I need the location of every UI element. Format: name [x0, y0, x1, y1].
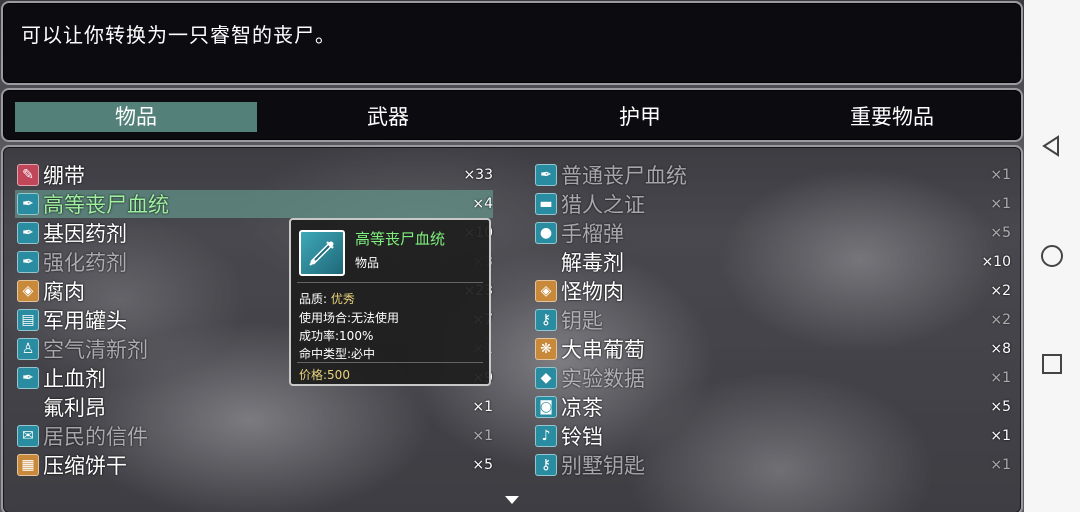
- recents-icon[interactable]: [1040, 352, 1064, 376]
- help-window: 可以让你转换为一只睿智的丧尸。: [1, 1, 1023, 85]
- category-tabs: 物品 武器 护甲 重要物品: [1, 88, 1023, 142]
- tab-key-items[interactable]: 重要物品: [771, 102, 1013, 132]
- syringe-icon: ✒: [17, 222, 39, 244]
- syringe-icon: ✒: [17, 367, 39, 389]
- item-name: 普通丧尸血统: [561, 164, 687, 188]
- item-row[interactable]: ✉ 居民的信件 ×1: [15, 422, 493, 450]
- item-count: ×5: [472, 457, 493, 473]
- item-name: 怪物肉: [561, 280, 624, 304]
- item-count: ×1: [990, 457, 1011, 473]
- item-count: ×1: [990, 370, 1011, 386]
- item-count: ×33: [463, 167, 493, 183]
- item-name: 大串葡萄: [561, 338, 645, 362]
- item-name: 居民的信件: [43, 425, 148, 449]
- tooltip-hit-type: 命中类型:必中: [299, 347, 376, 361]
- can-icon: ▤: [17, 309, 39, 331]
- item-name: 实验数据: [561, 367, 645, 391]
- blank-icon-slot: [535, 251, 557, 273]
- item-count: ×5: [990, 225, 1011, 241]
- back-icon[interactable]: [1040, 134, 1064, 158]
- item-name: 氟利昂: [43, 396, 106, 420]
- item-row[interactable]: ▦ 压缩饼干 ×5: [15, 451, 493, 479]
- item-row[interactable]: ✎ 绷带 ×33: [15, 161, 493, 189]
- biscuit-icon: ▦: [17, 454, 39, 476]
- tooltip-item-type: 物品: [355, 256, 380, 270]
- blank-icon-slot: [17, 396, 39, 418]
- syringe-icon: [299, 230, 345, 276]
- item-name: 钥匙: [561, 309, 603, 333]
- grapes-icon: ❋: [535, 338, 557, 360]
- item-row[interactable]: ◙ 凉茶 ×5: [533, 393, 1011, 421]
- syringe-icon: ✒: [17, 193, 39, 215]
- scroll-down-arrow-icon[interactable]: [505, 496, 519, 504]
- cup-icon: ◙: [535, 396, 557, 418]
- disk-icon: ◆: [535, 367, 557, 389]
- item-count: ×4: [472, 196, 493, 212]
- tooltip-quality: 品质: 优秀: [299, 290, 355, 307]
- item-name: 手榴弹: [561, 222, 624, 246]
- key-icon: ⚷: [535, 454, 557, 476]
- item-row[interactable]: ♪ 铃铛 ×1: [533, 422, 1011, 450]
- item-count: ×2: [990, 283, 1011, 299]
- item-row[interactable]: ◈ 怪物肉 ×2: [533, 277, 1011, 305]
- key-icon: ⚷: [535, 309, 557, 331]
- tooltip-divider: [297, 362, 483, 363]
- home-icon[interactable]: [1040, 244, 1064, 268]
- item-count: ×1: [472, 428, 493, 444]
- item-list-window: ✎绷带×33✒高等丧尸血统×4✒基因药剂×10✒强化药剂×3◈腐肉×23▤军用罐…: [1, 145, 1023, 512]
- system-nav-bar: [1024, 0, 1080, 512]
- item-count: ×1: [472, 399, 493, 415]
- tooltip-success-rate: 成功率:100%: [299, 329, 374, 343]
- item-name: 别墅钥匙: [561, 454, 645, 478]
- item-count: ×1: [990, 196, 1011, 212]
- item-name: 铃铛: [561, 425, 603, 449]
- item-count: ×1: [990, 167, 1011, 183]
- item-count: ×10: [981, 254, 1011, 270]
- tooltip-item-name: 高等丧尸血统: [355, 230, 446, 248]
- spray-icon: ♙: [17, 338, 39, 360]
- bell-icon: ♪: [535, 425, 557, 447]
- item-name: 猎人之证: [561, 193, 645, 217]
- book-icon: ▬: [535, 193, 557, 215]
- item-row[interactable]: ◆ 实验数据 ×1: [533, 364, 1011, 392]
- syringe-icon: ✒: [535, 164, 557, 186]
- tooltip-quality-value: 优秀: [330, 292, 355, 306]
- tooltip-usage: 使用场合:无法使用: [299, 311, 400, 325]
- item-row[interactable]: 解毒剂 ×10: [533, 248, 1011, 276]
- tab-armor[interactable]: 护甲: [519, 102, 761, 132]
- item-count: ×1: [990, 428, 1011, 444]
- item-row[interactable]: ⚷ 别墅钥匙 ×1: [533, 451, 1011, 479]
- item-name: 凉茶: [561, 396, 603, 420]
- item-name: 绷带: [43, 164, 85, 188]
- item-count: ×5: [990, 399, 1011, 415]
- meat-icon: ◈: [17, 280, 39, 302]
- item-count: ×8: [990, 341, 1011, 357]
- item-row[interactable]: ❋ 大串葡萄 ×8: [533, 335, 1011, 363]
- meat-icon: ◈: [535, 280, 557, 302]
- item-row[interactable]: 氟利昂 ×1: [15, 393, 493, 421]
- bandage-icon: ✎: [17, 164, 39, 186]
- item-row[interactable]: ⚷ 钥匙 ×2: [533, 306, 1011, 334]
- item-row[interactable]: ● 手榴弹 ×5: [533, 219, 1011, 247]
- tooltip-divider: [297, 282, 483, 283]
- item-tooltip: 高等丧尸血统 物品 品质: 优秀 使用场合:无法使用 成功率:100% 命中类型…: [289, 218, 491, 386]
- tab-weapons[interactable]: 武器: [267, 102, 509, 132]
- item-row[interactable]: ✒ 高等丧尸血统 ×4: [15, 190, 493, 218]
- item-row[interactable]: ▬ 猎人之证 ×1: [533, 190, 1011, 218]
- item-count: ×2: [990, 312, 1011, 328]
- game-screen: 可以让你转换为一只睿智的丧尸。 物品 武器 护甲 重要物品 ✎ 绷带 ×33 ✒ 高等丧…: [0, 0, 1024, 512]
- grenade-icon: ●: [535, 222, 557, 244]
- letter-icon: ✉: [17, 425, 39, 447]
- tooltip-quality-label: 品质:: [299, 292, 328, 306]
- item-name: 高等丧尸血统: [43, 193, 169, 217]
- help-text: 可以让你转换为一只睿智的丧尸。: [21, 23, 336, 47]
- tab-items[interactable]: 物品: [15, 102, 257, 132]
- item-row[interactable]: ✒ 普通丧尸血统 ×1: [533, 161, 1011, 189]
- item-name: 压缩饼干: [43, 454, 127, 478]
- item-name: 解毒剂: [561, 251, 624, 275]
- tooltip-price: 价格:500: [299, 368, 350, 382]
- syringe-icon: ✒: [17, 251, 39, 273]
